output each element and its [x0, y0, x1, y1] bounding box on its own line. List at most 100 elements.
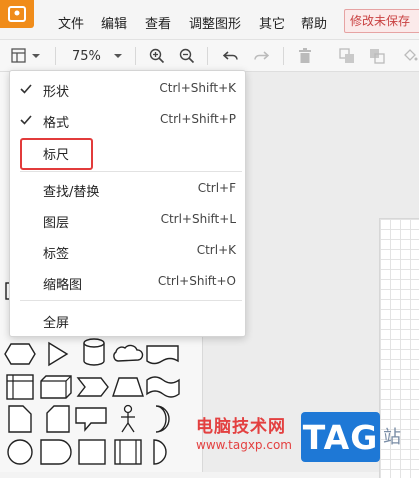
- shape-item[interactable]: [38, 437, 74, 467]
- menu-item-shortcut: Ctrl+Shift+P: [160, 112, 236, 126]
- note-shape-icon: [8, 405, 32, 433]
- shape-item[interactable]: [109, 339, 145, 369]
- toolbar-divider: [283, 47, 284, 65]
- cloud-shape-icon: [113, 344, 144, 362]
- app-logo[interactable]: [0, 0, 34, 28]
- menu-item-shortcut: Ctrl+K: [196, 243, 236, 257]
- paint-bucket-icon: [403, 49, 417, 61]
- highlight-annotation-box: [20, 138, 93, 170]
- shape-item[interactable]: [73, 404, 109, 434]
- wave-shape-icon: [146, 376, 180, 398]
- app-logo-icon: [8, 6, 26, 22]
- shape-item[interactable]: [2, 372, 38, 402]
- shape-item[interactable]: [38, 372, 74, 402]
- shape-item[interactable]: [2, 437, 38, 467]
- redo-button[interactable]: [250, 44, 272, 68]
- chevron-down-icon: [114, 54, 122, 58]
- menu-item-shortcut: Ctrl+Shift+K: [159, 81, 236, 95]
- send-back-icon: [370, 49, 385, 64]
- to-front-button[interactable]: [336, 44, 358, 68]
- zoom-level[interactable]: 75%: [72, 49, 101, 64]
- menu-bar: 文件 编辑 查看 调整图形 其它 帮助 修改未保存: [0, 0, 419, 40]
- watermark-site-name: 电脑技术网: [196, 417, 286, 437]
- trapezoid-shape-icon: [112, 377, 144, 397]
- triangle-shape-icon: [48, 341, 69, 367]
- redo-icon: [254, 51, 269, 60]
- shape-item[interactable]: [145, 372, 181, 402]
- process-shape-icon: [114, 439, 142, 465]
- zoom-dropdown-button[interactable]: [110, 44, 126, 68]
- menu-edit[interactable]: 编辑: [101, 13, 127, 32]
- menu-item-shortcut: Ctrl+Shift+O: [157, 274, 236, 288]
- zoom-out-icon: [179, 48, 195, 64]
- shape-item[interactable]: [110, 372, 146, 402]
- unsaved-status-badge[interactable]: 修改未保存: [344, 9, 419, 33]
- trash-icon: [299, 48, 311, 63]
- menu-other[interactable]: 其它: [259, 13, 285, 32]
- shape-item[interactable]: [75, 372, 111, 402]
- shape-item[interactable]: [2, 404, 38, 434]
- menu-item-fullscreen[interactable]: 全屏: [10, 305, 245, 335]
- menu-view[interactable]: 查看: [145, 13, 171, 32]
- check-icon: [20, 84, 32, 94]
- shape-item[interactable]: [76, 337, 112, 367]
- menu-item-format[interactable]: 格式 Ctrl+Shift+P: [10, 105, 245, 135]
- shape-item[interactable]: [110, 404, 146, 434]
- menu-item-label: 全屏: [43, 316, 70, 331]
- menu-item-layers[interactable]: 图层 Ctrl+Shift+L: [10, 205, 245, 235]
- half-circle-shape-icon: [153, 439, 167, 465]
- layout-panel-icon: [11, 48, 40, 63]
- card-shape-icon: [46, 405, 70, 433]
- menu-item-label: 标签: [43, 247, 70, 262]
- square-shape-icon: [78, 439, 106, 465]
- zoom-out-button[interactable]: [176, 44, 198, 68]
- menu-item-label: 形状: [43, 85, 70, 100]
- shape-item[interactable]: [2, 339, 38, 369]
- menu-item-shapes[interactable]: 形状 Ctrl+Shift+K: [10, 74, 245, 104]
- menu-item-shortcut: Ctrl+F: [197, 181, 236, 195]
- shape-item[interactable]: [145, 339, 181, 369]
- shape-item[interactable]: [145, 404, 181, 434]
- fill-color-button[interactable]: [400, 44, 419, 68]
- view-dropdown-menu: 形状 Ctrl+Shift+K 格式 Ctrl+Shift+P 标尺 查找/替换…: [9, 70, 246, 337]
- shape-item[interactable]: [145, 437, 181, 467]
- cube-shape-icon: [40, 375, 72, 399]
- zoom-in-button[interactable]: [146, 44, 168, 68]
- shape-item[interactable]: [40, 339, 76, 369]
- menu-item-find-replace[interactable]: 查找/替换 Ctrl+F: [10, 174, 245, 204]
- watermark-url: www.tagxp.com: [196, 438, 292, 452]
- cylinder-shape-icon: [83, 338, 105, 366]
- watermark-tag-badge: TAG: [301, 412, 380, 462]
- undo-button[interactable]: [220, 44, 242, 68]
- menu-item-label: 格式: [43, 116, 70, 131]
- panel-toggle-button[interactable]: [8, 44, 44, 68]
- menu-item-tags[interactable]: 标签 Ctrl+K: [10, 236, 245, 266]
- check-icon: [20, 115, 32, 125]
- toolbar: 75%: [0, 40, 419, 72]
- moon-shape-icon: [155, 405, 170, 433]
- toolbar-divider: [135, 47, 136, 65]
- menu-divider: [20, 171, 242, 172]
- menu-item-label: 图层: [43, 216, 70, 231]
- menu-item-outline[interactable]: 缩略图 Ctrl+Shift+O: [10, 267, 245, 297]
- circle-shape-icon: [7, 439, 33, 465]
- to-back-button[interactable]: [366, 44, 388, 68]
- undo-icon: [223, 51, 238, 60]
- menu-divider: [20, 300, 242, 301]
- step-shape-icon: [76, 377, 109, 397]
- menu-help[interactable]: 帮助: [301, 13, 327, 32]
- internal-storage-shape-icon: [6, 374, 34, 400]
- menu-arrange[interactable]: 调整图形: [189, 13, 241, 32]
- zoom-in-icon: [149, 48, 165, 64]
- actor-shape-icon: [121, 404, 135, 433]
- toolbar-divider: [207, 47, 208, 65]
- callout-shape-icon: [75, 407, 107, 432]
- shape-item[interactable]: [40, 404, 76, 434]
- delete-button[interactable]: [294, 44, 316, 68]
- menu-item-label: 查找/替换: [43, 185, 100, 200]
- shape-item[interactable]: [110, 437, 146, 467]
- menu-file[interactable]: 文件: [58, 13, 84, 32]
- toolbar-divider: [55, 47, 56, 65]
- shape-item[interactable]: [74, 437, 110, 467]
- hexagon-shape-icon: [4, 343, 36, 365]
